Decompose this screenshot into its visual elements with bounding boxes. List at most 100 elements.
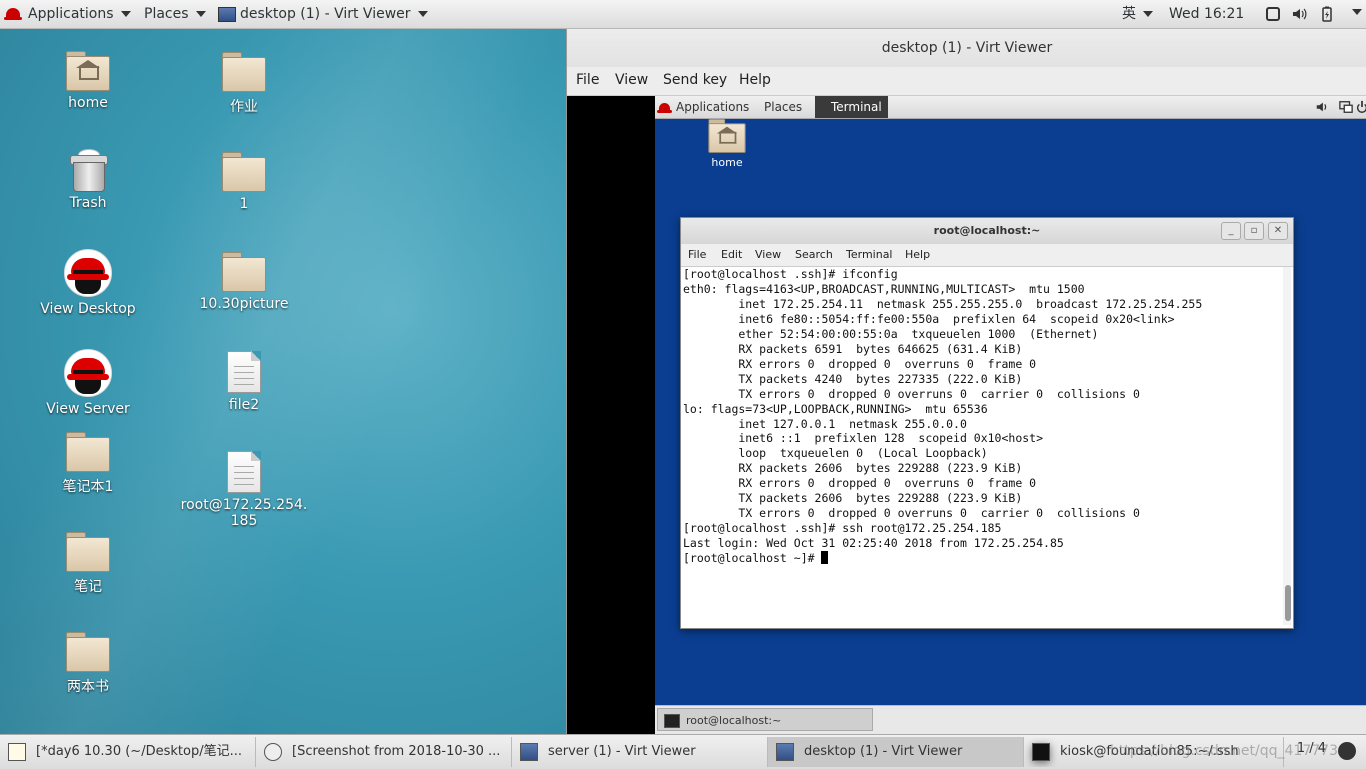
- task-label: [*day6 10.30 (~/Desktop/笔记...: [36, 744, 242, 759]
- input-method-menu[interactable]: 英: [1122, 0, 1153, 28]
- desktop-icon-label: 10.30picture: [199, 296, 289, 312]
- battery-icon[interactable]: [1319, 6, 1335, 22]
- folder-icon: [66, 532, 110, 572]
- terminal-output[interactable]: [root@localhost .ssh]# ifconfig eth0: fla…: [683, 267, 1279, 623]
- guest-terminal-label: Terminal: [831, 100, 882, 114]
- power-icon[interactable]: [1357, 100, 1366, 114]
- terminal-line: RX packets 2606 bytes 229288 (223.9 KiB): [683, 461, 1023, 476]
- desktop-icon-label: 作业: [230, 99, 258, 115]
- desktop-icon-folder-1[interactable]: 1: [189, 152, 299, 212]
- desktop-icon-label: Trash: [69, 195, 107, 211]
- terminal-line: loop txqueuelen 0 (Local Loopback): [683, 446, 988, 461]
- guest-places-menu[interactable]: Places: [764, 96, 802, 118]
- places-menu[interactable]: Places: [144, 0, 206, 28]
- image-viewer-icon: [264, 743, 282, 761]
- desktop-icon-trash[interactable]: Trash: [33, 149, 143, 211]
- desktop-icon-homework[interactable]: 作业: [189, 52, 299, 116]
- guest-task-terminal[interactable]: root@localhost:~: [657, 708, 873, 731]
- text-file-icon: [227, 351, 261, 393]
- terminal-title: root@localhost:~: [681, 218, 1293, 244]
- monitor-icon: [776, 743, 794, 761]
- desktop-icon-root-file[interactable]: root@172.25.254. 185: [179, 451, 309, 529]
- terminal-line: Last login: Wed Oct 31 02:25:40 2018 fro…: [683, 536, 1064, 551]
- monitor-icon: [218, 6, 236, 22]
- system-menu-chevron-icon[interactable]: [1352, 9, 1362, 15]
- input-method-label: 英: [1122, 6, 1136, 22]
- volume-icon[interactable]: [1315, 100, 1329, 114]
- chevron-down-icon: [195, 11, 206, 17]
- guest-display[interactable]: Applications Places Terminal home root@l…: [655, 96, 1366, 734]
- term-menu-search[interactable]: Search: [795, 248, 833, 261]
- volume-icon[interactable]: [1291, 6, 1307, 22]
- terminal-line: TX packets 2606 bytes 229288 (223.9 KiB): [683, 491, 1023, 506]
- desktop-icon-view-server[interactable]: View Server: [33, 349, 143, 417]
- terminal-line: RX packets 6591 bytes 646625 (631.4 KiB): [683, 341, 1023, 356]
- guest-desktop-icon-home[interactable]: home: [697, 116, 757, 169]
- task-label: server (1) - Virt Viewer: [548, 744, 696, 759]
- task-desktop-viewer[interactable]: desktop (1) - Virt Viewer: [768, 737, 1024, 767]
- terminal-line: inet6 fe80::5054:ff:fe00:550a prefixlen …: [683, 311, 1175, 326]
- desktop-icon-label: home: [68, 95, 108, 111]
- desktop-icon-file2[interactable]: file2: [189, 351, 299, 413]
- clock[interactable]: Wed 16:21: [1169, 0, 1244, 28]
- redhat-shadowman-icon: [64, 349, 112, 397]
- viewer-menubar: File View Send key Help: [567, 67, 1366, 96]
- desktop-icon-label: 1: [239, 196, 249, 212]
- desktop-icon-label: home: [711, 156, 743, 169]
- menu-view[interactable]: View: [615, 72, 648, 88]
- desktop-icon-two-books[interactable]: 两本书: [33, 632, 143, 696]
- trash-icon: [70, 149, 108, 192]
- terminal-scrollbar[interactable]: [1283, 267, 1291, 625]
- desktop-icon-label: 两本书: [67, 679, 109, 695]
- terminal-line: TX errors 0 dropped 0 overruns 0 carrier…: [683, 386, 1140, 401]
- term-menu-file[interactable]: File: [688, 248, 706, 261]
- workspace-pager[interactable]: 1 / 4: [1297, 741, 1326, 756]
- redhat-logo-icon: [657, 102, 672, 113]
- window-overview-icon[interactable]: [1265, 6, 1281, 22]
- menu-file[interactable]: File: [576, 72, 599, 88]
- term-menu-help[interactable]: Help: [905, 248, 930, 261]
- desktop-icon-picture[interactable]: 10.30picture: [189, 252, 299, 312]
- terminal-line: [root@localhost .ssh]# ssh root@172.25.2…: [683, 521, 1002, 536]
- scrollbar-thumb[interactable]: [1285, 585, 1291, 621]
- folder-icon: [222, 252, 266, 292]
- folder-icon: [222, 52, 266, 92]
- active-window-menu[interactable]: desktop (1) - Virt Viewer: [218, 0, 428, 28]
- guest-active-terminal[interactable]: Terminal: [815, 96, 888, 118]
- terminal-menubar: File Edit View Search Terminal Help: [681, 244, 1293, 267]
- chevron-down-icon: [417, 11, 428, 17]
- home-folder-icon: [66, 51, 110, 91]
- guest-task-label: root@localhost:~: [686, 714, 782, 727]
- term-menu-terminal[interactable]: Terminal: [846, 248, 893, 261]
- task-screenshot-viewer[interactable]: [Screenshot from 2018-10-30 ...: [256, 737, 512, 767]
- menu-help[interactable]: Help: [739, 72, 771, 88]
- terminal-icon: [1032, 743, 1050, 761]
- task-server-viewer[interactable]: server (1) - Virt Viewer: [512, 737, 768, 767]
- desktop-icon-home[interactable]: home: [33, 51, 143, 111]
- desktop-icon-notebook1[interactable]: 笔记本1: [33, 432, 143, 496]
- maximize-button[interactable]: ▫: [1244, 222, 1264, 240]
- task-label: [Screenshot from 2018-10-30 ...: [292, 744, 501, 759]
- term-menu-view[interactable]: View: [755, 248, 781, 261]
- active-window-label: desktop (1) - Virt Viewer: [240, 6, 411, 22]
- task-label: desktop (1) - Virt Viewer: [804, 744, 963, 759]
- desktop-icon-label: 185: [230, 513, 258, 529]
- terminal-line: eth0: flags=4163<UP,BROADCAST,RUNNING,MU…: [683, 281, 1085, 296]
- desktop-icon-view-desktop[interactable]: View Desktop: [33, 249, 143, 317]
- desktop-icon-label: View Desktop: [40, 301, 136, 317]
- network-icon[interactable]: [1339, 100, 1353, 114]
- text-file-icon: [227, 451, 261, 493]
- minimize-button[interactable]: _: [1221, 222, 1241, 240]
- chevron-down-icon: [1143, 11, 1153, 17]
- close-button[interactable]: ✕: [1268, 222, 1288, 240]
- notification-icon[interactable]: [1338, 742, 1356, 760]
- places-label: Places: [144, 6, 189, 22]
- task-text-editor[interactable]: [*day6 10.30 (~/Desktop/笔记...: [0, 737, 256, 767]
- term-menu-edit[interactable]: Edit: [721, 248, 742, 261]
- menu-send-key[interactable]: Send key: [663, 72, 727, 88]
- terminal-window: root@localhost:~ _ ▫ ✕ File Edit View Se…: [680, 217, 1294, 629]
- applications-menu[interactable]: Applications: [4, 0, 131, 28]
- desktop-icon-label: View Server: [46, 401, 130, 417]
- desktop-icon-notes[interactable]: 笔记: [33, 532, 143, 596]
- guest-applications-menu[interactable]: Applications: [657, 96, 749, 118]
